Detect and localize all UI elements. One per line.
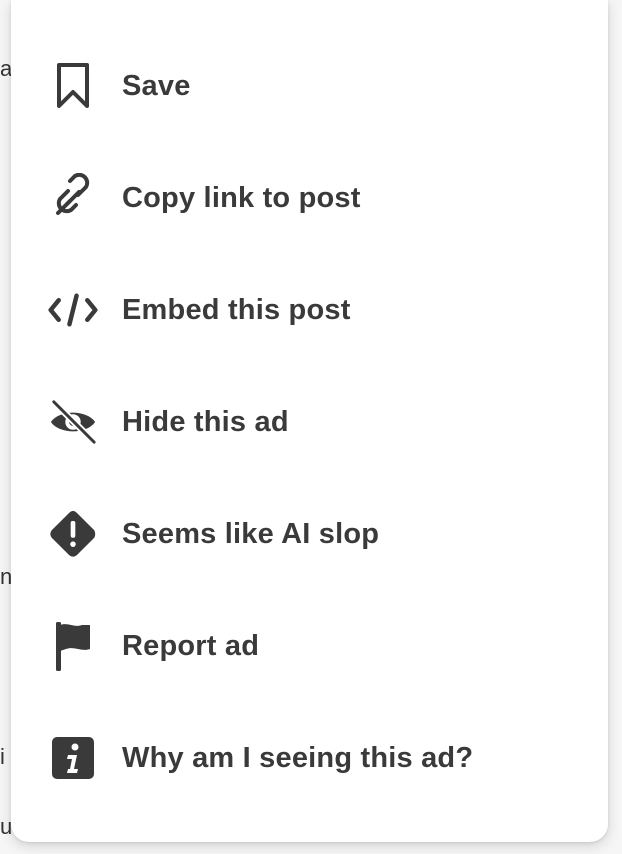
bookmark-icon (48, 61, 98, 111)
flag-icon (48, 621, 98, 671)
code-icon (48, 285, 98, 335)
menu-item-save[interactable]: Save (11, 30, 608, 142)
post-options-menu: Save Copy link to post Embed this post H… (11, 0, 608, 842)
menu-item-label: Why am I seeing this ad? (122, 741, 474, 774)
menu-item-label: Save (122, 69, 191, 102)
menu-item-label: Report ad (122, 629, 260, 662)
menu-item-label: Embed this post (122, 293, 351, 326)
link-icon (48, 173, 98, 223)
eye-slash-icon (48, 397, 98, 447)
menu-item-embed[interactable]: Embed this post (11, 254, 608, 366)
menu-item-report-ad[interactable]: Report ad (11, 590, 608, 702)
menu-item-ai-slop[interactable]: Seems like AI slop (11, 478, 608, 590)
menu-item-copy-link[interactable]: Copy link to post (11, 142, 608, 254)
info-icon (48, 733, 98, 783)
menu-item-label: Seems like AI slop (122, 517, 380, 550)
menu-item-label: Hide this ad (122, 405, 289, 438)
background-text-fragment: i (0, 744, 5, 769)
warning-diamond-icon (48, 509, 98, 559)
menu-item-hide-ad[interactable]: Hide this ad (11, 366, 608, 478)
menu-item-why-ad[interactable]: Why am I seeing this ad? (11, 702, 608, 814)
menu-item-label: Copy link to post (122, 181, 361, 214)
